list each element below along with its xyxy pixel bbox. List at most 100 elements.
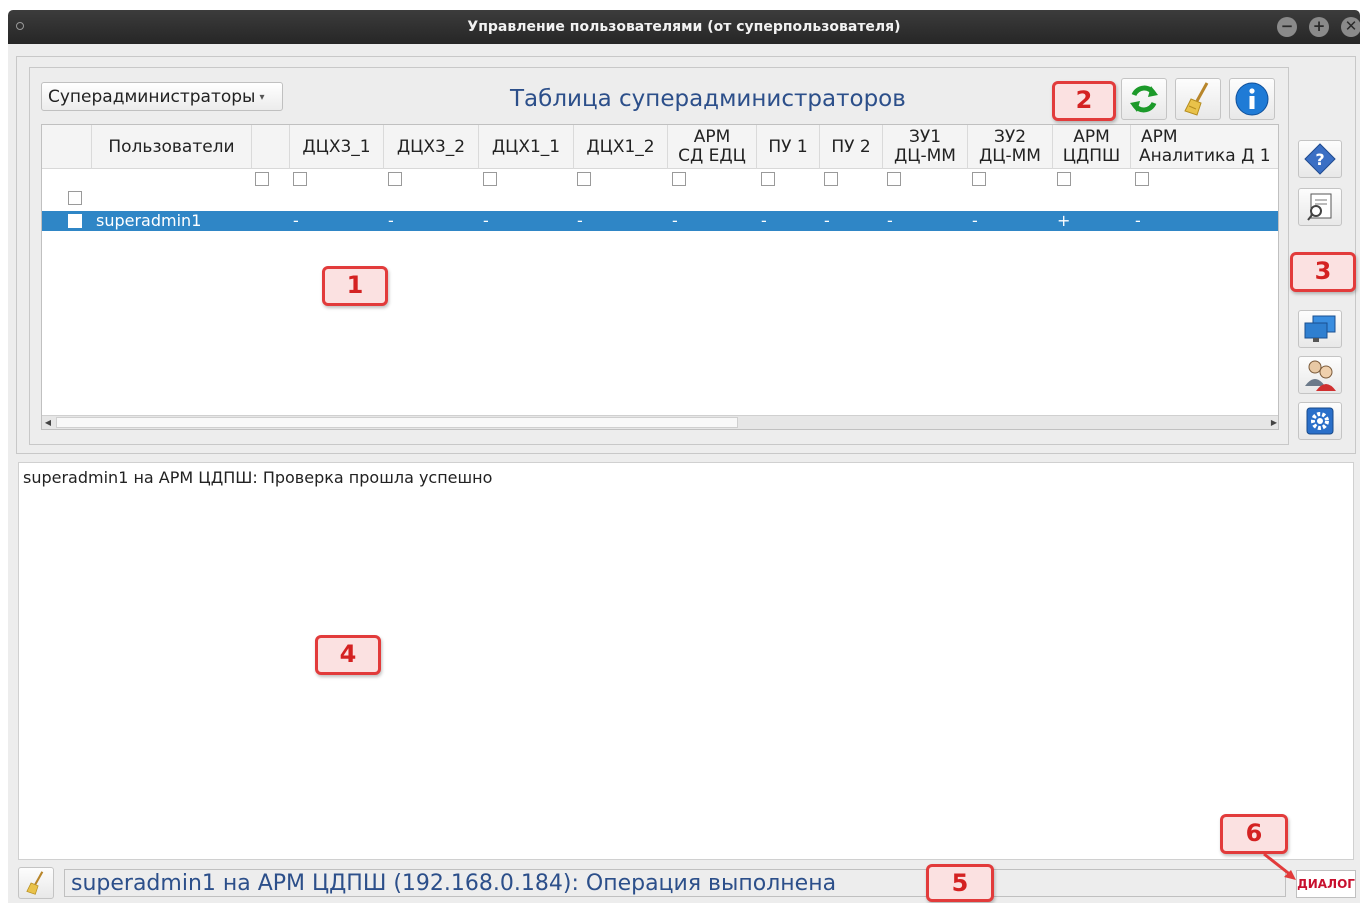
header-dch1-1[interactable]: ДЦХ1_1 bbox=[479, 125, 574, 169]
filter-checkbox[interactable] bbox=[672, 172, 686, 186]
maximize-button[interactable]: + bbox=[1309, 17, 1329, 37]
group-select-value: Суперадминистраторы bbox=[48, 87, 256, 107]
callout-5: 5 bbox=[926, 864, 994, 902]
header-label: ДЦХ1_2 bbox=[586, 136, 655, 157]
filter-checkbox[interactable] bbox=[293, 172, 307, 186]
filter-checkbox[interactable] bbox=[388, 172, 402, 186]
svg-text:?: ? bbox=[1315, 150, 1324, 169]
header-users[interactable]: Пользователи bbox=[92, 125, 252, 169]
help-button[interactable]: ? bbox=[1298, 140, 1342, 178]
callout-2: 2 bbox=[1052, 81, 1116, 121]
header-dch3-1[interactable]: ДЦХ3_1 bbox=[290, 125, 384, 169]
refresh-button[interactable] bbox=[1121, 78, 1167, 120]
title-bar: Управление пользователями (от суперпольз… bbox=[8, 10, 1360, 44]
help-diamond-icon: ? bbox=[1304, 143, 1336, 175]
select-all-checkbox[interactable] bbox=[68, 191, 82, 205]
refresh-icon bbox=[1130, 85, 1158, 113]
header-arm-analytics[interactable]: АРМ Аналитика Д 1 bbox=[1131, 125, 1278, 169]
header-label: ДЦХ3_1 bbox=[302, 136, 371, 157]
report-button[interactable] bbox=[1298, 188, 1342, 226]
header-label: ДЦ-ММ bbox=[894, 146, 956, 166]
scrollbar-thumb[interactable] bbox=[56, 417, 738, 428]
header-arm-cdpsh[interactable]: АРМ ЦДПШ bbox=[1053, 125, 1131, 169]
clear-log-button[interactable] bbox=[18, 867, 54, 899]
main-window: Суперадминистраторы ▾ Таблица суперадмини… bbox=[8, 44, 1360, 903]
cell: - bbox=[972, 211, 978, 230]
log-area[interactable]: superadmin1 на АРМ ЦДПШ: Проверка прошла… bbox=[18, 462, 1354, 860]
broom-icon bbox=[1184, 82, 1209, 116]
header-label: АРМ bbox=[1141, 127, 1178, 147]
settings-icon bbox=[1306, 407, 1334, 435]
dialog-indicator[interactable]: ДИАЛОГ bbox=[1296, 870, 1356, 898]
filter-checkbox[interactable] bbox=[1135, 172, 1149, 186]
header-pu2[interactable]: ПУ 2 bbox=[820, 125, 883, 169]
table-panel: Суперадминистраторы ▾ Таблица суперадмини… bbox=[29, 67, 1289, 445]
cell: - bbox=[577, 211, 583, 230]
cell: - bbox=[761, 211, 767, 230]
cell: - bbox=[388, 211, 394, 230]
header-zu2[interactable]: ЗУ2 ДЦ-ММ bbox=[968, 125, 1053, 169]
header-arm-sd-edc[interactable]: АРМ СД ЕДЦ bbox=[668, 125, 757, 169]
header-label: Аналитика Д 1 bbox=[1139, 146, 1271, 166]
cell: - bbox=[824, 211, 830, 230]
cell: - bbox=[293, 211, 299, 230]
users-button[interactable] bbox=[1298, 356, 1342, 394]
header-label: АРМ bbox=[693, 127, 731, 147]
header-label: ЗУ1 bbox=[908, 127, 942, 147]
header-spacer bbox=[252, 125, 290, 169]
header-label: СД ЕДЦ bbox=[678, 146, 746, 166]
report-icon bbox=[1307, 193, 1332, 221]
row-checkbox[interactable] bbox=[68, 214, 82, 228]
filter-checkbox[interactable] bbox=[255, 172, 269, 186]
users-group: Суперадминистраторы ▾ Таблица суперадмини… bbox=[16, 56, 1356, 454]
cell: - bbox=[887, 211, 893, 230]
callout-4: 4 bbox=[315, 635, 381, 675]
table-title: Таблица суперадминистраторов bbox=[510, 86, 906, 112]
cell: - bbox=[1135, 211, 1141, 230]
users-table[interactable]: Пользователи ДЦХ3_1 ДЦХ3_2 ДЦХ1_1 ДЦХ1_2… bbox=[41, 124, 1279, 430]
filter-checkbox[interactable] bbox=[577, 172, 591, 186]
monitors-icon bbox=[1304, 315, 1336, 342]
callout-1: 1 bbox=[322, 266, 388, 306]
header-label: ЦДПШ bbox=[1062, 146, 1121, 166]
dialog-label: ДИАЛОГ bbox=[1297, 877, 1355, 891]
minimize-button[interactable]: − bbox=[1277, 17, 1297, 37]
users-icon bbox=[1305, 360, 1336, 391]
filter-checkbox[interactable] bbox=[887, 172, 901, 186]
header-dch3-2[interactable]: ДЦХ3_2 bbox=[384, 125, 479, 169]
row-user: superadmin1 bbox=[96, 211, 202, 230]
filter-checkbox[interactable] bbox=[761, 172, 775, 186]
header-label: ПУ 1 bbox=[768, 136, 808, 157]
info-button[interactable] bbox=[1229, 78, 1275, 120]
horizontal-scrollbar[interactable]: ◀ ▶ bbox=[42, 415, 1278, 429]
filter-checkbox[interactable] bbox=[824, 172, 838, 186]
workstations-button[interactable] bbox=[1298, 310, 1342, 348]
header-zu1[interactable]: ЗУ1 ДЦ-ММ bbox=[883, 125, 968, 169]
scroll-right-icon[interactable]: ▶ bbox=[1268, 416, 1278, 429]
header-label: ПУ 2 bbox=[831, 136, 871, 157]
callout-arrow-icon bbox=[1263, 852, 1296, 880]
filter-checkbox[interactable] bbox=[972, 172, 986, 186]
group-select[interactable]: Суперадминистраторы ▾ bbox=[41, 82, 283, 111]
header-pu1[interactable]: ПУ 1 bbox=[757, 125, 820, 169]
filter-checkbox[interactable] bbox=[483, 172, 497, 186]
header-label: ДЦХ1_1 bbox=[491, 136, 561, 157]
callout-6: 6 bbox=[1220, 814, 1288, 854]
header-checkbox-col bbox=[42, 125, 92, 169]
chevron-down-icon: ▾ bbox=[259, 91, 265, 103]
table-header: Пользователи ДЦХ3_1 ДЦХ3_2 ДЦХ1_1 ДЦХ1_2… bbox=[42, 125, 1278, 169]
settings-button[interactable] bbox=[1298, 402, 1342, 440]
cell: - bbox=[672, 211, 678, 230]
header-label: Пользователи bbox=[108, 136, 235, 157]
cell: - bbox=[483, 211, 489, 230]
cell: + bbox=[1057, 211, 1071, 230]
filter-checkbox[interactable] bbox=[1057, 172, 1071, 186]
callout-3: 3 bbox=[1290, 252, 1356, 292]
clear-button[interactable] bbox=[1175, 78, 1221, 120]
close-button[interactable]: ✕ bbox=[1341, 17, 1360, 37]
scroll-left-icon[interactable]: ◀ bbox=[42, 416, 54, 429]
header-label: ДЦ-ММ bbox=[979, 146, 1041, 166]
header-dch1-2[interactable]: ДЦХ1_2 bbox=[574, 125, 668, 169]
header-label: ДЦХ3_2 bbox=[396, 136, 466, 157]
table-row[interactable]: superadmin1 - - - - - - - - - + - bbox=[42, 211, 1278, 231]
